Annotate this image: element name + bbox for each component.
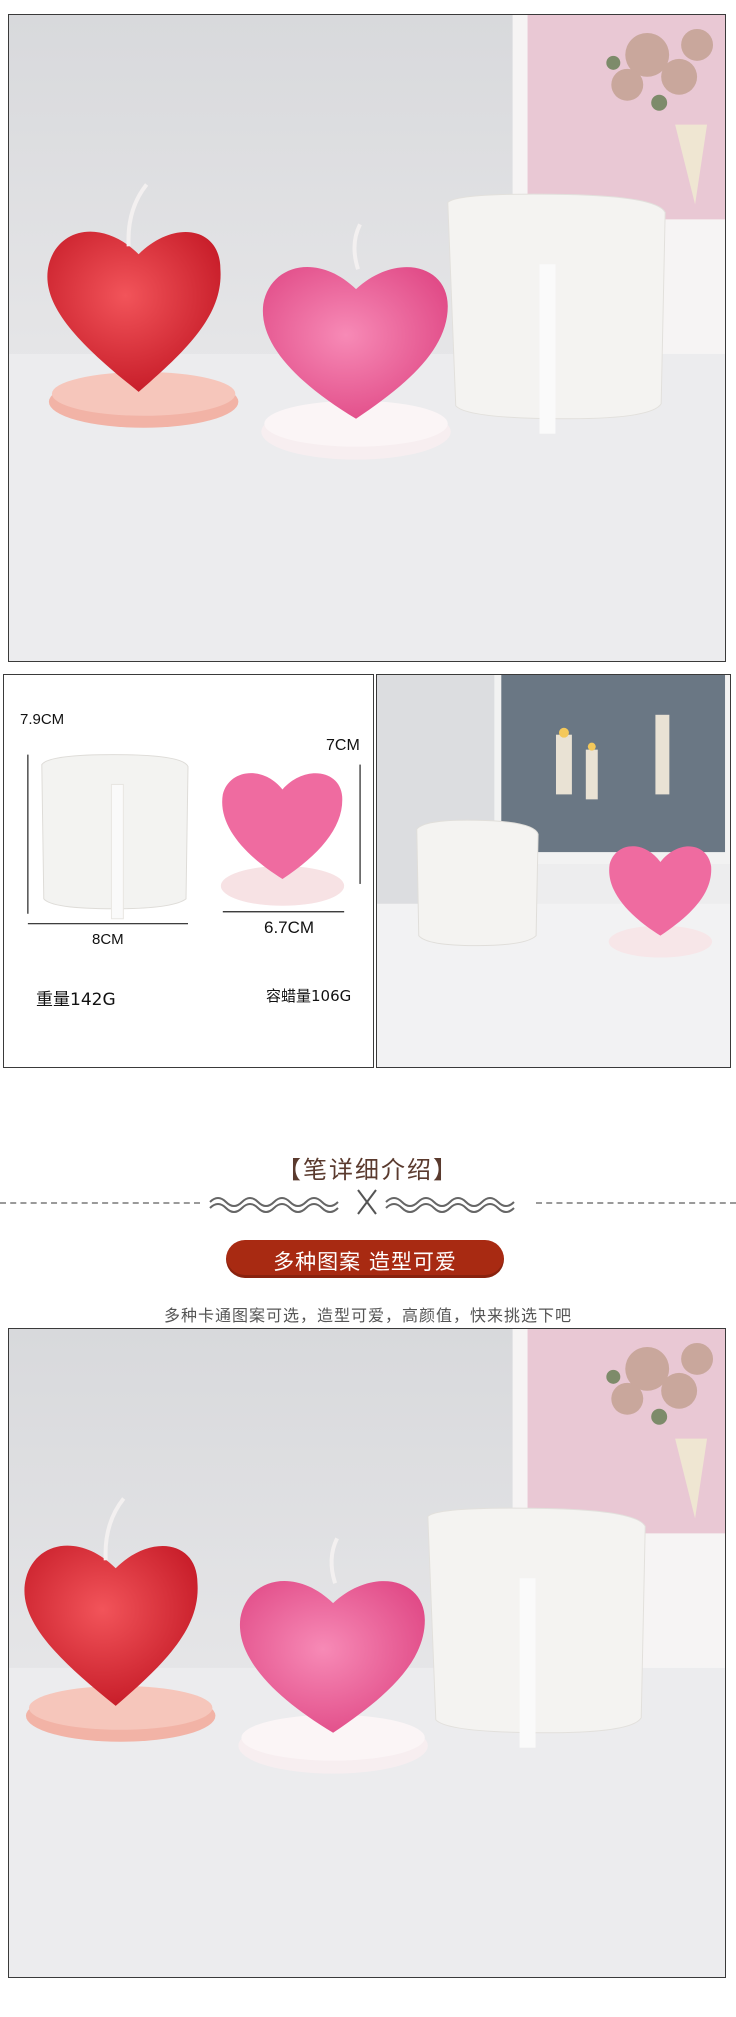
product-photo-top: [8, 14, 726, 662]
mold-width-label: 8CM: [92, 931, 124, 948]
divider-right: [536, 1202, 736, 1204]
candle-width-label: 6.7CM: [264, 918, 315, 937]
product-photo-bottom: [8, 1328, 726, 1978]
product-photo-side: [376, 674, 731, 1068]
section-title: 【笔详细介绍】: [277, 1156, 459, 1184]
wave-ornament: [209, 1189, 515, 1215]
feature-pill: 多种图案 造型可爱: [226, 1240, 504, 1278]
product-scene: [9, 15, 725, 661]
mold-weight: 重量142G: [36, 990, 116, 1010]
fork-knife-icon: [357, 1189, 377, 1215]
size-diagram: 7.9CM 8CM 7CM 6.7CM 重量142G 容蜡量106G: [3, 674, 374, 1068]
section-subtitle: 多种卡通图案可选，造型可爱，高颜值，快来挑选下吧: [163, 1306, 572, 1325]
side-scene: [377, 675, 730, 1067]
product-scene-repeat: [9, 1329, 725, 1977]
divider-left: [0, 1202, 200, 1204]
mold-height-label: 7.9CM: [20, 711, 65, 728]
wax-capacity: 容蜡量106G: [266, 987, 352, 1005]
candle-height-label: 7CM: [326, 737, 360, 754]
feature-pill-text: 多种图案 造型可爱: [273, 1250, 457, 1274]
